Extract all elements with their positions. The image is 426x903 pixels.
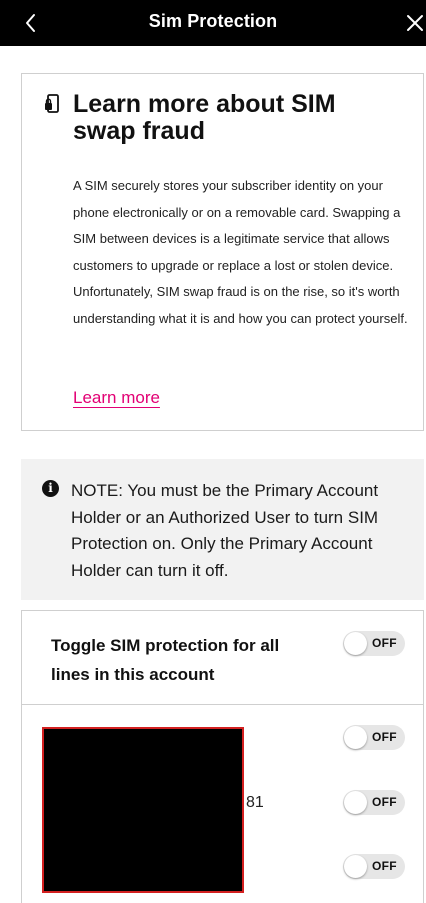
toggle-state-label: OFF — [372, 730, 397, 744]
toggle-knob — [344, 791, 367, 814]
close-icon[interactable] — [404, 12, 426, 34]
toggle-line-3-switch[interactable]: OFF — [343, 854, 405, 879]
info-icon: i — [42, 480, 59, 497]
toggle-knob — [344, 632, 367, 655]
toggle-state-label: OFF — [372, 795, 397, 809]
redacted-line-info — [42, 727, 244, 893]
info-body: A SIM securely stores your subscriber id… — [73, 178, 408, 326]
toggle-state-label: OFF — [372, 859, 397, 873]
page-title: Sim Protection — [148, 11, 278, 31]
phone-lock-icon — [45, 94, 59, 113]
toggle-all-lines-label: Toggle SIM protection for all lines in t… — [51, 636, 280, 684]
learn-more-link[interactable]: Learn more — [73, 388, 160, 408]
toggle-all-lines-switch[interactable]: OFF — [343, 631, 405, 656]
sim-protection-toggles-card: Toggle SIM protection for all lines in t… — [21, 610, 424, 903]
sim-swap-info-card: Learn more about SIM swap fraud A SIM se… — [21, 73, 424, 431]
toggle-line-1-switch[interactable]: OFF — [343, 725, 405, 750]
info-heading: Learn more about SIM swap fraud — [73, 90, 336, 145]
toggle-state-label: OFF — [372, 636, 397, 650]
note-text: NOTE: You must be the Primary Account Ho… — [71, 481, 379, 580]
divider — [22, 704, 423, 705]
toggle-knob — [344, 726, 367, 749]
toggle-line-2-switch[interactable]: OFF — [343, 790, 405, 815]
note-box: i NOTE: You must be the Primary Account … — [21, 459, 424, 600]
toggle-knob — [344, 855, 367, 878]
top-bar: Sim Protection — [0, 0, 426, 46]
line-number-suffix: 81 — [246, 794, 264, 811]
